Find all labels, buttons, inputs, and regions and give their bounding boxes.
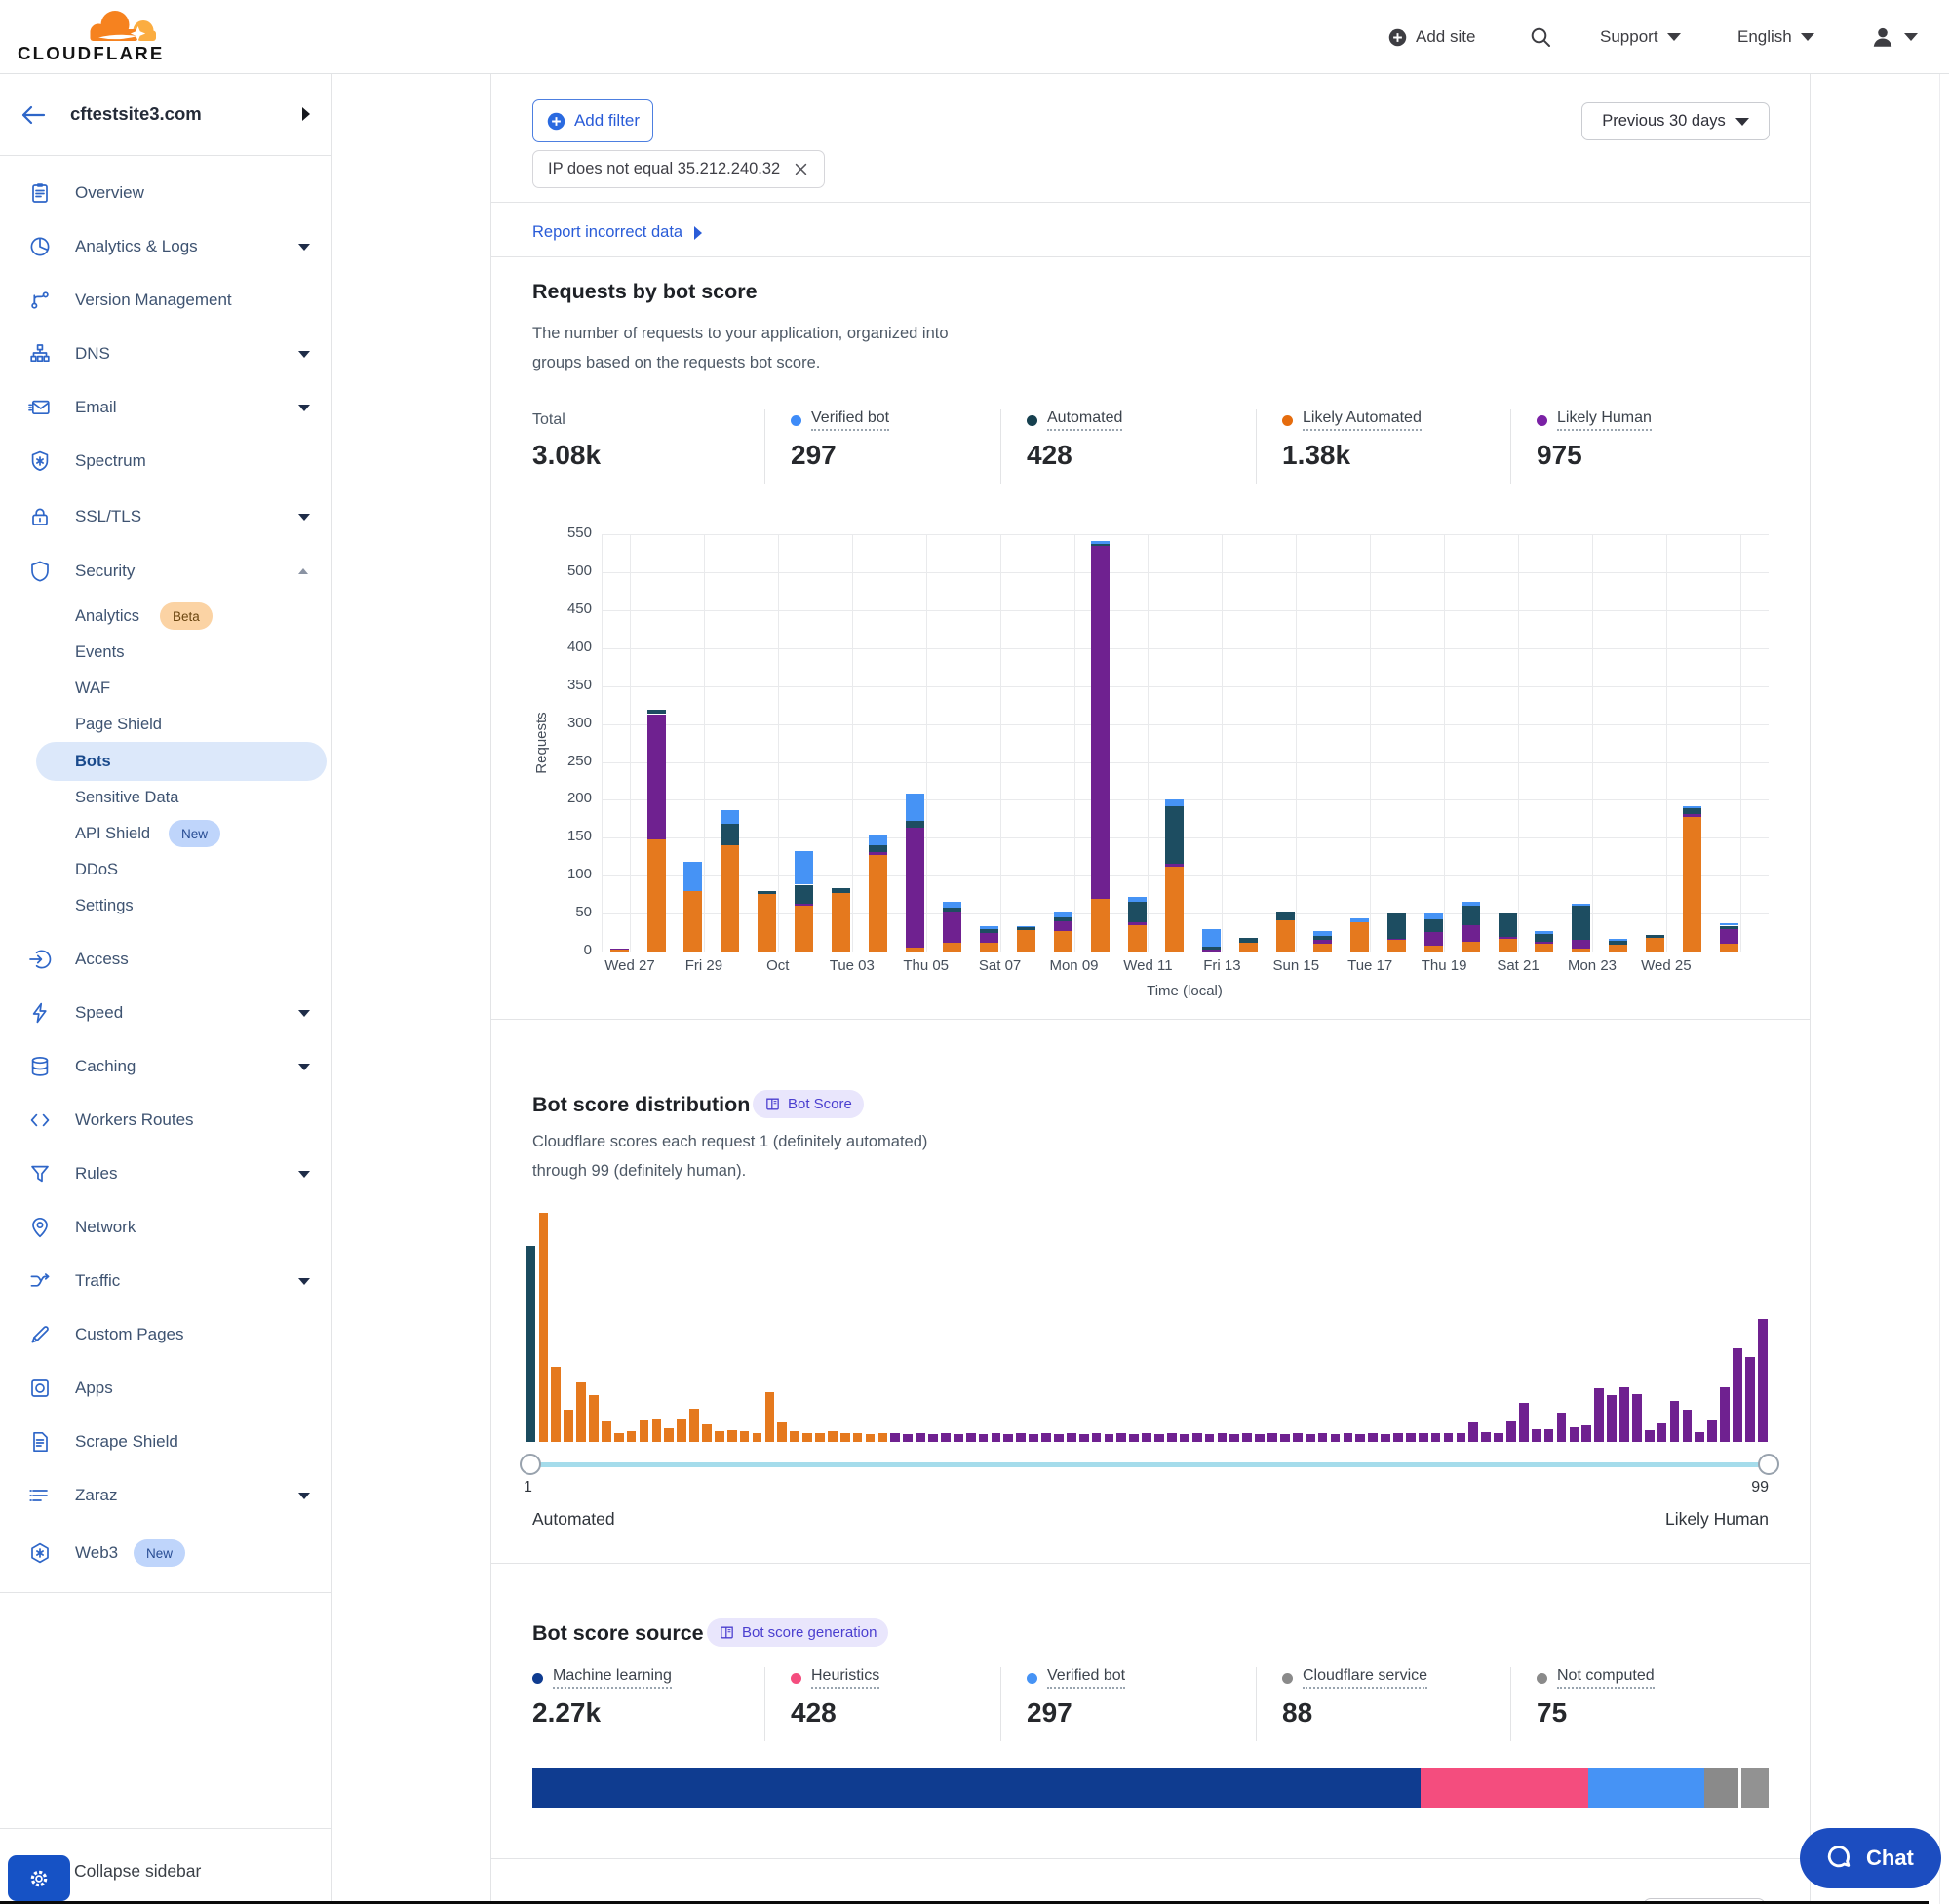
svg-text:CLOUDFLARE: CLOUDFLARE — [18, 43, 165, 63]
